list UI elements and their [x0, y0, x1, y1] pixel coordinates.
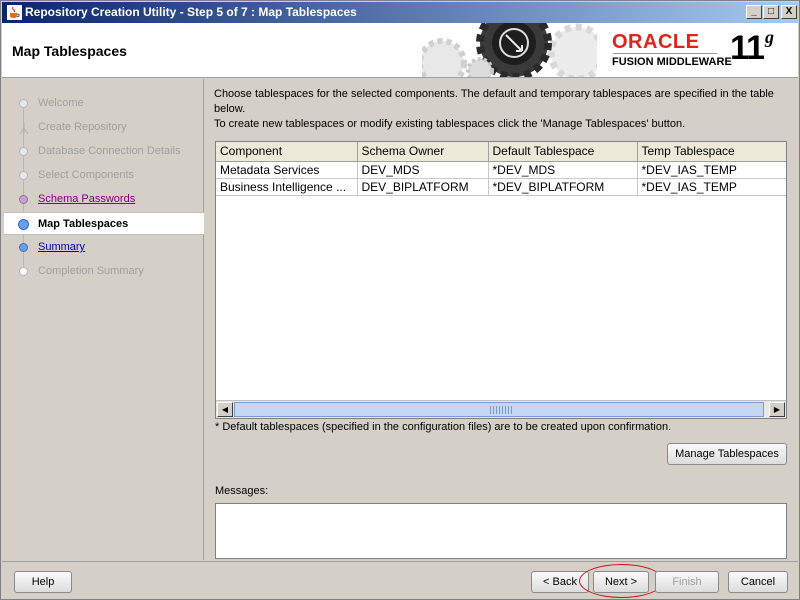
tablespace-grid: Component Schema Owner Default Tablespac… [216, 142, 786, 196]
scroll-left-arrow-icon[interactable]: ◀ [217, 402, 233, 417]
table-viewport: Component Schema Owner Default Tablespac… [216, 142, 786, 400]
nav-step-label[interactable]: Schema Passwords [38, 193, 135, 205]
nav-step-welcome: Welcome [4, 92, 204, 115]
version-suffix: g [765, 27, 774, 47]
next-highlight-ring [579, 564, 664, 598]
column-header-temp-tablespace[interactable]: Temp Tablespace [637, 142, 786, 162]
nav-step-schema-passwords[interactable]: Schema Passwords [4, 188, 204, 211]
version-number: 11 [730, 29, 765, 67]
step-dot-icon [19, 243, 28, 252]
oracle-brand-text: ORACLE [612, 31, 700, 53]
cell-temp-tablespace[interactable]: *DEV_IAS_TEMP [637, 178, 786, 196]
intro-text: Choose tablespaces for the selected comp… [214, 87, 789, 132]
maximize-button[interactable]: □ [763, 5, 779, 19]
gears-graphic-icon [422, 23, 597, 77]
intro-line-2: To create new tablespaces or modify exis… [214, 118, 686, 130]
manage-tablespaces-button[interactable]: Manage Tablespaces [667, 443, 787, 465]
column-header-schema-owner[interactable]: Schema Owner [357, 142, 489, 162]
column-header-component[interactable]: Component [216, 142, 358, 162]
step-dot-icon [19, 147, 28, 156]
horizontal-scrollbar[interactable]: ◀ ▶ [216, 400, 786, 418]
finish-button: Finish [655, 571, 719, 593]
tablespace-table[interactable]: Component Schema Owner Default Tablespac… [215, 141, 787, 419]
table-row[interactable]: Business Intelligence ... DEV_BIPLATFORM… [216, 178, 786, 196]
nav-step-map-tablespaces: Map Tablespaces [4, 212, 204, 235]
nav-step-label[interactable]: Summary [38, 241, 85, 253]
step-dot-icon [19, 195, 28, 204]
nav-step-create-repository: Create Repository [4, 116, 204, 139]
rcu-window: Repository Creation Utility - Step 5 of … [0, 0, 800, 600]
nav-step-label: Map Tablespaces [38, 218, 129, 230]
step-dot-icon [19, 171, 28, 180]
title-bar[interactable]: Repository Creation Utility - Step 5 of … [2, 2, 798, 23]
cell-schema-owner[interactable]: DEV_BIPLATFORM [357, 178, 489, 196]
nav-step-label: Create Repository [38, 121, 127, 133]
java-cup-icon [7, 5, 22, 20]
nav-step-label: Database Connection Details [38, 145, 181, 157]
intro-line-1: Choose tablespaces for the selected comp… [214, 88, 774, 115]
nav-step-database-connection: Database Connection Details [4, 140, 204, 163]
cell-temp-tablespace[interactable]: *DEV_IAS_TEMP [637, 161, 786, 179]
messages-area[interactable] [215, 503, 787, 559]
step-dot-icon [19, 267, 28, 276]
help-button[interactable]: Help [14, 571, 72, 593]
logo-divider [613, 53, 717, 54]
step-current-dot-icon [18, 219, 29, 230]
oracle-fusion-logo: ORACLE FUSION MIDDLEWARE 11 g [612, 27, 792, 74]
nav-step-select-components: Select Components [4, 164, 204, 187]
column-header-default-tablespace[interactable]: Default Tablespace [488, 142, 638, 162]
manage-tablespaces-label: Manage Tablespaces [675, 448, 779, 460]
cancel-button[interactable]: Cancel [728, 571, 788, 593]
scroll-right-arrow-icon[interactable]: ▶ [769, 402, 785, 417]
page-title: Map Tablespaces [12, 43, 127, 59]
step-dot-icon [19, 99, 28, 108]
wizard-button-bar: Help < Back Next > Finish Cancel [2, 561, 798, 599]
cell-component[interactable]: Metadata Services [216, 161, 358, 179]
cell-schema-owner[interactable]: DEV_MDS [357, 161, 489, 179]
nav-step-label: Completion Summary [38, 265, 144, 277]
step-branch-icon [19, 123, 29, 135]
nav-step-label: Select Components [38, 169, 134, 181]
cell-default-tablespace[interactable]: *DEV_BIPLATFORM [488, 178, 638, 196]
main-content: Choose tablespaces for the selected comp… [206, 79, 798, 560]
header-banner: Map Tablespaces ORACLE FUSION MIDDLEWARE… [2, 23, 798, 78]
cell-default-tablespace[interactable]: *DEV_MDS [488, 161, 638, 179]
wizard-steps-nav: Welcome Create Repository Database Conne… [4, 79, 204, 560]
table-header-row: Component Schema Owner Default Tablespac… [216, 142, 786, 162]
messages-label: Messages: [215, 485, 269, 497]
table-row[interactable]: Metadata Services DEV_MDS *DEV_MDS *DEV_… [216, 161, 786, 179]
window-title: Repository Creation Utility - Step 5 of … [25, 5, 357, 19]
close-button[interactable]: X [781, 5, 797, 19]
scroll-grip-icon [490, 406, 512, 414]
cell-component[interactable]: Business Intelligence ... [216, 178, 358, 196]
scroll-thumb[interactable] [234, 402, 764, 417]
fusion-middleware-text: FUSION MIDDLEWARE [612, 56, 732, 68]
nav-step-label: Welcome [38, 97, 84, 109]
default-tablespace-footnote: * Default tablespaces (specified in the … [215, 421, 672, 433]
nav-step-completion-summary: Completion Summary [4, 260, 204, 283]
minimize-button[interactable]: _ [746, 5, 762, 19]
nav-step-summary[interactable]: Summary [4, 236, 204, 259]
